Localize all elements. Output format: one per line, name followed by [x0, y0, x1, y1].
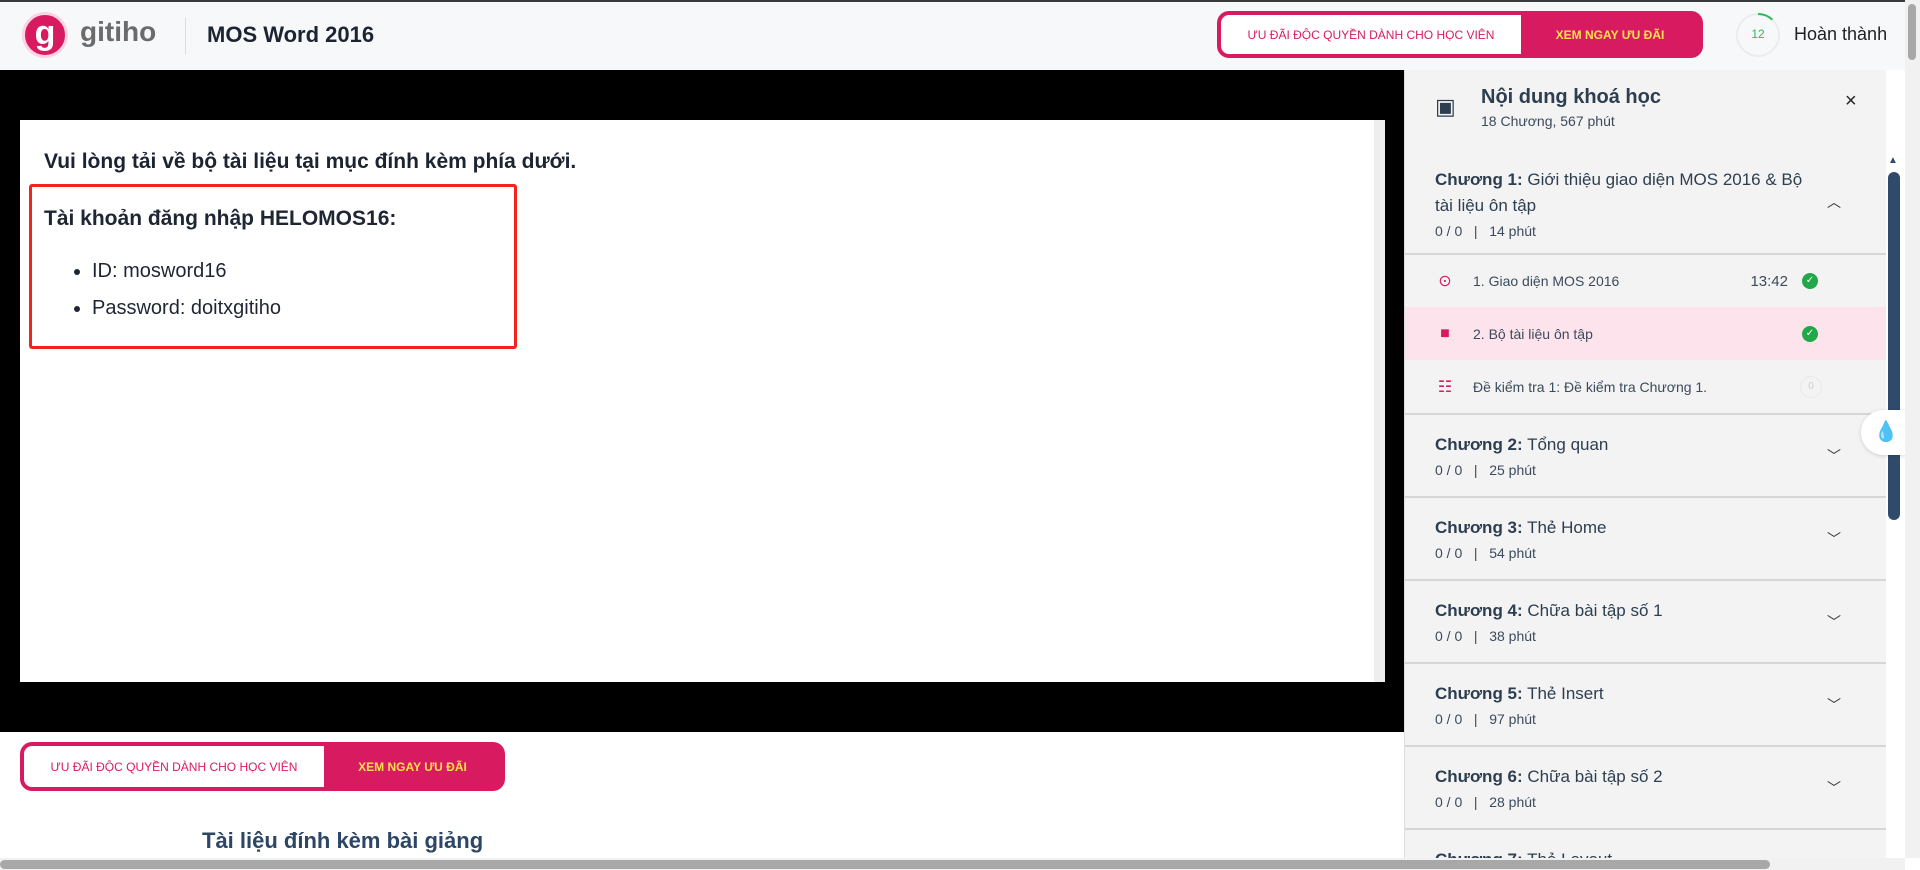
credential-id: ID: mosword16 — [92, 253, 502, 290]
chapter-prefix: Chương 1: — [1435, 170, 1523, 189]
page-horizontal-scroll-thumb[interactable] — [0, 860, 1770, 869]
sidebar-title: Nội dung khoá học — [1481, 86, 1661, 108]
chapter-prefix: Chương 5: — [1435, 684, 1523, 703]
complete-label[interactable]: Hoàn thành — [1794, 24, 1887, 45]
attachments-title: Tài liệu đính kèm bài giảng — [202, 828, 484, 853]
chapter-prefix: Chương 2: — [1435, 435, 1523, 454]
water-drop-icon[interactable]: 💧 — [1861, 410, 1911, 455]
chapter-meta: 0 / 0 | 28 phút — [1435, 794, 1536, 810]
chapter-meta: 0 / 0 | 97 phút — [1435, 711, 1536, 727]
document-heading: Vui lòng tải về bộ tài liệu tại mục đính… — [44, 150, 577, 173]
scroll-up-arrow-icon[interactable]: ▲ — [1888, 155, 1898, 166]
quiz-score: 0 — [1800, 375, 1822, 398]
document-scrollbar[interactable] — [1374, 120, 1385, 682]
progress-count: 12 — [1751, 27, 1765, 41]
chapter-2[interactable]: Chương 2: Tổng quan 0 / 0 | 25 phút ﹀ — [1405, 415, 1886, 498]
chapter-name: Chữa bài tập số 1 — [1527, 601, 1663, 620]
promo-banner-top[interactable]: ƯU ĐÃI ĐỘC QUYỀN DÀNH CHO HỌC VIÊN XEM N… — [1217, 11, 1703, 58]
chapter-meta: 0 / 0 | 25 phút — [1435, 462, 1536, 478]
check-circle-icon: ✓ — [1802, 273, 1818, 289]
view-offer-button[interactable]: XEM NGAY ƯU ĐÃI — [1521, 15, 1699, 54]
chevron-up-icon: ︿ — [1827, 193, 1841, 210]
chapter-4[interactable]: Chương 4: Chữa bài tập số 1 0 / 0 | 38 ph… — [1405, 581, 1886, 664]
logo-text[interactable]: gitiho — [80, 16, 156, 48]
chapter-prefix: Chương 7: — [1435, 850, 1523, 858]
close-icon[interactable]: × — [1845, 90, 1857, 113]
sidebar-subtitle: 18 Chương, 567 phút — [1481, 113, 1615, 129]
lesson-item[interactable]: ⊙ 1. Giao diện MOS 2016 13:42 ✓ — [1405, 255, 1886, 307]
chapter-3[interactable]: Chương 3: Thẻ Home 0 / 0 | 54 phút ﹀ — [1405, 498, 1886, 581]
chevron-down-icon: ﹀ — [1827, 779, 1841, 796]
page-vertical-scrollbar[interactable] — [1905, 0, 1920, 858]
chevron-down-icon: ﹀ — [1827, 613, 1841, 630]
credentials-title: Tài khoản đăng nhập HELOMOS16: — [44, 207, 397, 230]
promo-banner-bottom[interactable]: ƯU ĐÃI ĐỘC QUYỀN DÀNH CHO HỌC VIÊN XEM N… — [20, 742, 505, 791]
promo-label: ƯU ĐÃI ĐỘC QUYỀN DÀNH CHO HỌC VIÊN — [24, 746, 324, 787]
chapter-meta: 0 / 0 | 14 phút — [1435, 223, 1536, 239]
lesson-duration: 13:42 — [1750, 272, 1788, 290]
page-vertical-scroll-thumb[interactable] — [1908, 4, 1916, 60]
sidebar-header: ▣ Nội dung khoá học 18 Chương, 567 phút … — [1405, 70, 1886, 150]
lesson-title: 1. Giao diện MOS 2016 — [1473, 273, 1620, 289]
gitiho-logo-icon[interactable]: g — [22, 12, 68, 58]
quiz-title: Đề kiểm tra 1: Đề kiểm tra Chương 1. — [1473, 378, 1708, 395]
chevron-down-icon: ﹀ — [1827, 530, 1841, 547]
course-content-sidebar: ▣ Nội dung khoá học 18 Chương, 567 phút … — [1404, 70, 1886, 858]
chapter-1[interactable]: Chương 1: Giới thiệu giao diện MOS 2016 … — [1405, 150, 1886, 255]
document-copy-icon: ■ — [1440, 324, 1450, 342]
sidebar-scrollbar[interactable] — [1888, 172, 1900, 520]
chapter-5[interactable]: Chương 5: Thẻ Insert 0 / 0 | 97 phút ﹀ — [1405, 664, 1886, 747]
play-circle-icon: ⊙ — [1438, 273, 1452, 290]
view-offer-button[interactable]: XEM NGAY ƯU ĐÃI — [324, 746, 501, 787]
chapter-prefix: Chương 4: — [1435, 601, 1523, 620]
lesson-item-active[interactable]: ■ 2. Bộ tài liệu ôn tập ✓ — [1405, 307, 1886, 360]
promo-label: ƯU ĐÃI ĐỘC QUYỀN DÀNH CHO HỌC VIÊN — [1221, 15, 1521, 54]
chapter-prefix: Chương 6: — [1435, 767, 1523, 786]
video-screen-icon: ▣ — [1435, 94, 1456, 119]
chapter-name: Chữa bài tập số 2 — [1527, 767, 1663, 786]
chapter-7[interactable]: Chương 7: Thẻ Layout﹀ — [1405, 830, 1886, 858]
chapter-name: Thẻ Layout — [1527, 850, 1612, 858]
checklist-icon: ☷ — [1437, 378, 1453, 396]
chapter-name: Thẻ Home — [1527, 518, 1607, 537]
credential-password: Password: doitxgitiho — [92, 290, 502, 327]
credentials-box: Tài khoản đăng nhập HELOMOS16: ID: moswo… — [29, 184, 517, 349]
quiz-item[interactable]: ☷ Đề kiểm tra 1: Đề kiểm tra Chương 1. 0 — [1405, 360, 1886, 415]
chapter-meta: 0 / 0 | 54 phút — [1435, 545, 1536, 561]
chapter-name: Thẻ Insert — [1527, 684, 1604, 703]
header-divider — [185, 18, 186, 54]
chapter-meta: 0 / 0 | 38 phút — [1435, 628, 1536, 644]
course-title: MOS Word 2016 — [207, 22, 375, 47]
chapter-6[interactable]: Chương 6: Chữa bài tập số 2 0 / 0 | 28 ph… — [1405, 747, 1886, 830]
chevron-down-icon: ﹀ — [1827, 696, 1841, 713]
lesson-title: 2. Bộ tài liệu ôn tập — [1473, 325, 1593, 342]
chapter-name: Tổng quan — [1527, 435, 1609, 454]
chevron-down-icon: ﹀ — [1827, 447, 1841, 464]
check-circle-icon: ✓ — [1802, 325, 1818, 342]
chapter-prefix: Chương 3: — [1435, 518, 1523, 537]
